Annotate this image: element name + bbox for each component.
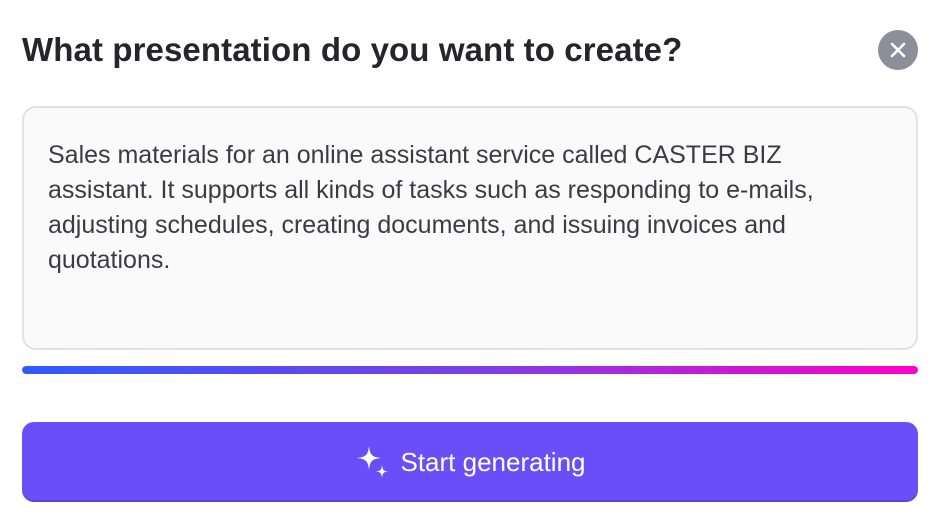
dialog-title: What presentation do you want to create? <box>22 31 683 68</box>
progress-fill <box>22 366 918 374</box>
start-generating-label: Start generating <box>400 447 586 477</box>
close-icon <box>889 41 907 59</box>
close-button[interactable] <box>878 30 918 70</box>
prompt-input-container: Sales materials for an online assistant … <box>22 106 918 350</box>
sparkle-icon <box>354 443 392 481</box>
create-presentation-dialog: What presentation do you want to create?… <box>0 0 940 532</box>
prompt-input[interactable]: Sales materials for an online assistant … <box>48 138 892 328</box>
generation-progress-bar <box>22 366 918 374</box>
start-generating-button[interactable]: Start generating <box>22 422 918 502</box>
